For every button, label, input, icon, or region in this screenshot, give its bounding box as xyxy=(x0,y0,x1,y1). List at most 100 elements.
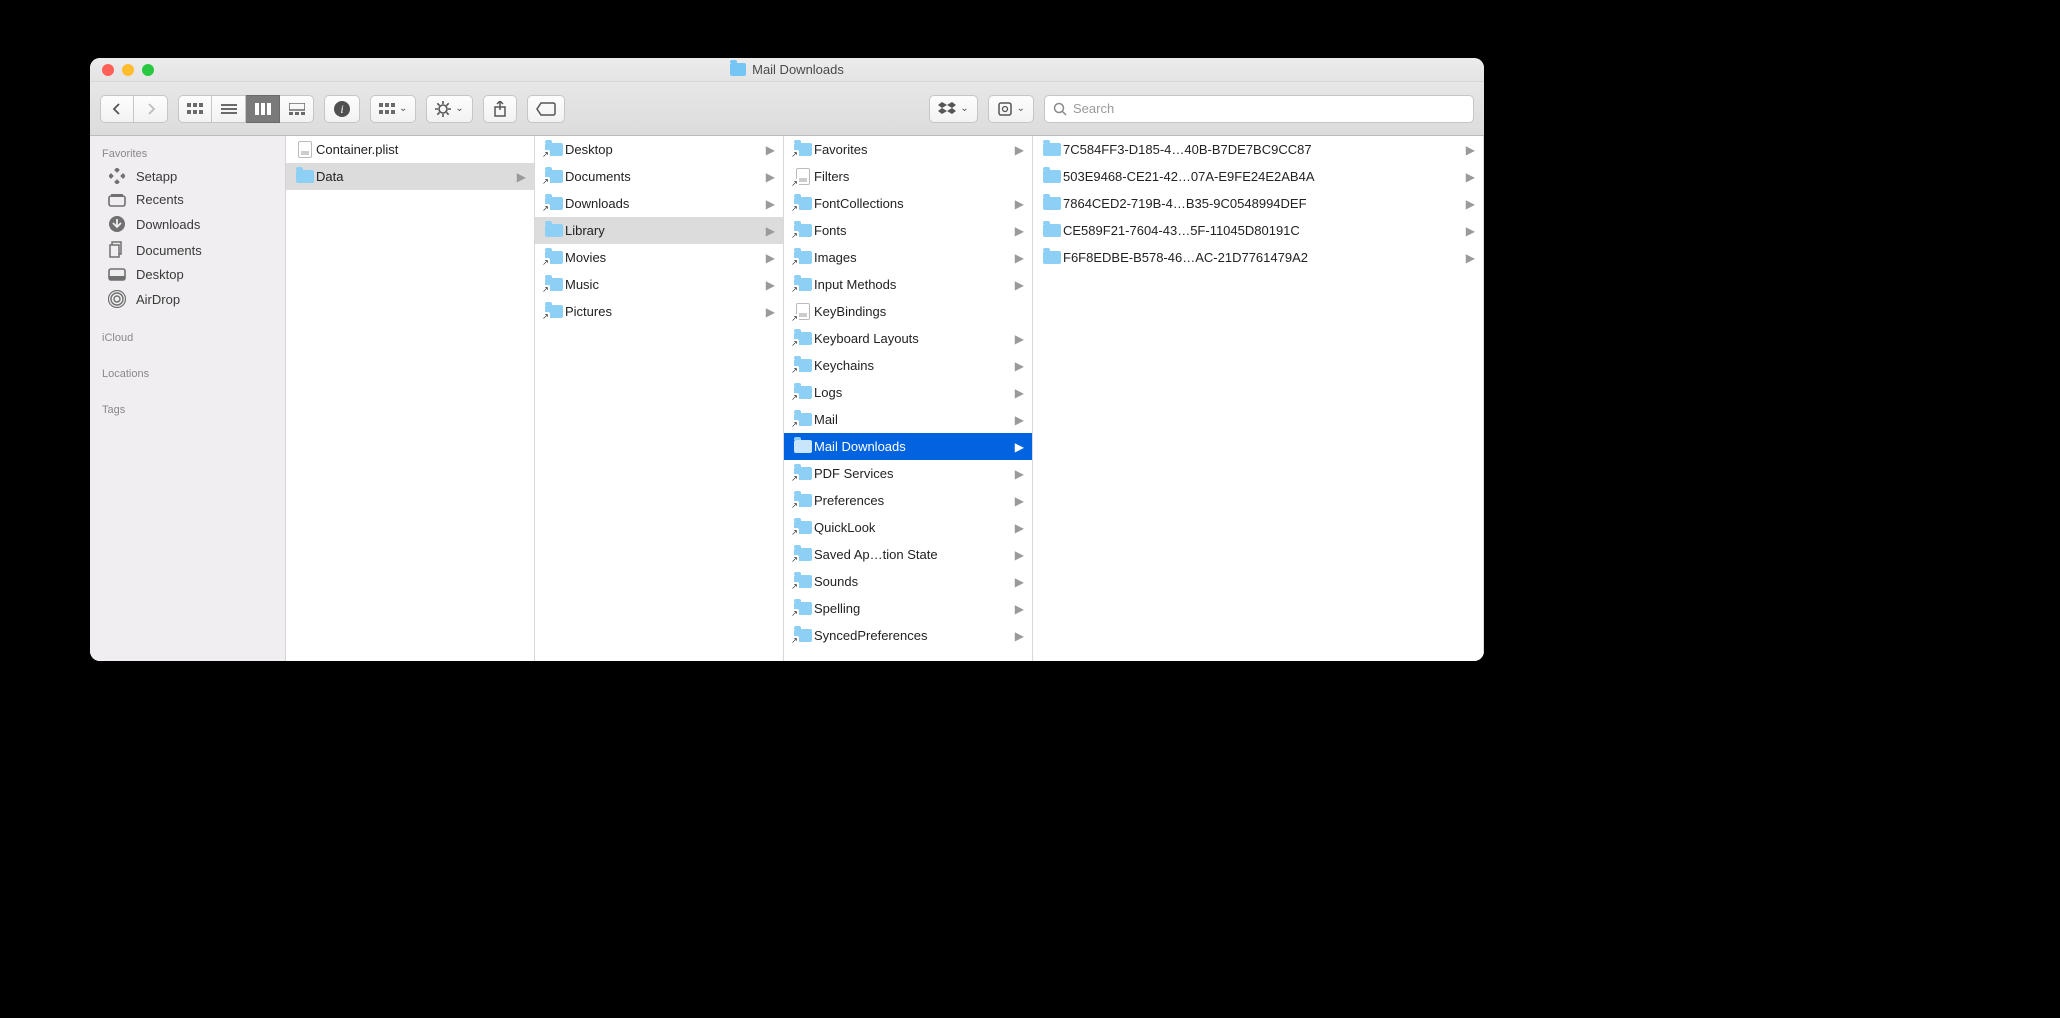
column-1[interactable]: Desktop▶Documents▶Downloads▶Library▶Movi… xyxy=(535,136,784,661)
sidebar-section-locations[interactable]: Locations xyxy=(90,362,285,384)
dropbox-button[interactable]: ⌄ xyxy=(929,95,977,123)
column-3[interactable]: 7C584FF3-D185-4…40B-B7DE7BC9CC87▶503E946… xyxy=(1033,136,1484,661)
file-name: Filters xyxy=(814,169,1028,184)
file-row[interactable]: Keychains▶ xyxy=(784,352,1032,379)
documents-icon xyxy=(108,241,126,259)
file-row[interactable]: Movies▶ xyxy=(535,244,783,271)
list-view-button[interactable] xyxy=(212,95,246,123)
folder-icon xyxy=(792,629,814,642)
archive-button[interactable]: ⌄ xyxy=(988,95,1034,123)
sidebar-section-icloud[interactable]: iCloud xyxy=(90,326,285,348)
file-row[interactable]: Pictures▶ xyxy=(535,298,783,325)
file-row[interactable]: Filters xyxy=(784,163,1032,190)
file-row[interactable]: Downloads▶ xyxy=(535,190,783,217)
sidebar-section-tags[interactable]: Tags xyxy=(90,398,285,420)
forward-button[interactable] xyxy=(134,95,168,123)
file-row[interactable]: Input Methods▶ xyxy=(784,271,1032,298)
folder-icon xyxy=(792,494,814,507)
folder-icon xyxy=(543,278,565,291)
nav-buttons xyxy=(100,95,168,123)
file-row[interactable]: Fonts▶ xyxy=(784,217,1032,244)
file-row[interactable]: Favorites▶ xyxy=(784,136,1032,163)
column-0[interactable]: Container.plistData▶ xyxy=(286,136,535,661)
share-button[interactable] xyxy=(483,95,517,123)
sidebar-item-airdrop[interactable]: AirDrop xyxy=(90,286,285,312)
folder-icon xyxy=(543,224,565,237)
disclosure-arrow-icon: ▶ xyxy=(1015,548,1028,562)
file-name: Saved Ap…tion State xyxy=(814,547,1015,562)
file-row[interactable]: 7864CED2-719B-4…B35-9C0548994DEF▶ xyxy=(1033,190,1483,217)
sidebar-item-desktop[interactable]: Desktop xyxy=(90,263,285,286)
sidebar-item-label: Setapp xyxy=(136,169,177,184)
file-row[interactable]: F6F8EDBE-B578-46…AC-21D7761479A2▶ xyxy=(1033,244,1483,271)
close-button[interactable] xyxy=(102,64,114,76)
file-row[interactable]: Keyboard Layouts▶ xyxy=(784,325,1032,352)
file-row[interactable]: FontCollections▶ xyxy=(784,190,1032,217)
minimize-button[interactable] xyxy=(122,64,134,76)
file-row[interactable]: Saved Ap…tion State▶ xyxy=(784,541,1032,568)
file-row[interactable]: Library▶ xyxy=(535,217,783,244)
file-row[interactable]: Music▶ xyxy=(535,271,783,298)
sidebar-item-documents[interactable]: Documents xyxy=(90,237,285,263)
file-row[interactable]: 7C584FF3-D185-4…40B-B7DE7BC9CC87▶ xyxy=(1033,136,1483,163)
file-row[interactable]: Documents▶ xyxy=(535,163,783,190)
file-row[interactable]: CE589F21-7604-43…5F-11045D80191C▶ xyxy=(1033,217,1483,244)
file-row[interactable]: Desktop▶ xyxy=(535,136,783,163)
file-name: CE589F21-7604-43…5F-11045D80191C xyxy=(1063,223,1466,238)
finder-window: Mail Downloads xyxy=(90,58,1484,661)
file-row[interactable]: Mail▶ xyxy=(784,406,1032,433)
file-name: Music xyxy=(565,277,766,292)
folder-icon xyxy=(792,359,814,372)
file-name: Input Methods xyxy=(814,277,1015,292)
zoom-button[interactable] xyxy=(142,64,154,76)
disclosure-arrow-icon: ▶ xyxy=(766,170,779,184)
recents-icon xyxy=(108,193,126,207)
file-name: KeyBindings xyxy=(814,304,1028,319)
file-row[interactable]: SyncedPreferences▶ xyxy=(784,622,1032,649)
file-row[interactable]: KeyBindings xyxy=(784,298,1032,325)
file-row[interactable]: QuickLook▶ xyxy=(784,514,1032,541)
folder-icon xyxy=(792,386,814,399)
group-by-button[interactable]: ⌄ xyxy=(370,95,416,123)
file-row[interactable]: Data▶ xyxy=(286,163,534,190)
sidebar-item-recents[interactable]: Recents xyxy=(90,188,285,211)
folder-icon xyxy=(543,170,565,183)
file-name: FontCollections xyxy=(814,196,1015,211)
folder-icon xyxy=(1041,197,1063,210)
file-name: Mail xyxy=(814,412,1015,427)
file-row[interactable]: Mail Downloads▶ xyxy=(784,433,1032,460)
file-row[interactable]: Logs▶ xyxy=(784,379,1032,406)
traffic-lights xyxy=(102,64,154,76)
disclosure-arrow-icon: ▶ xyxy=(1015,224,1028,238)
info-button[interactable]: i xyxy=(324,95,360,123)
disclosure-arrow-icon: ▶ xyxy=(1015,251,1028,265)
gallery-view-button[interactable] xyxy=(280,95,314,123)
document-icon xyxy=(792,168,814,185)
file-row[interactable]: Preferences▶ xyxy=(784,487,1032,514)
search-field[interactable] xyxy=(1044,95,1474,123)
action-menu-button[interactable]: ⌄ xyxy=(426,95,472,123)
file-row[interactable]: Container.plist xyxy=(286,136,534,163)
file-row[interactable]: Sounds▶ xyxy=(784,568,1032,595)
file-row[interactable]: Images▶ xyxy=(784,244,1032,271)
disclosure-arrow-icon: ▶ xyxy=(1015,629,1028,643)
sidebar-item-setapp[interactable]: Setapp xyxy=(90,164,285,188)
icon-view-button[interactable] xyxy=(178,95,212,123)
tag-icon xyxy=(536,102,556,116)
column-2[interactable]: Favorites▶FiltersFontCollections▶Fonts▶I… xyxy=(784,136,1033,661)
disclosure-arrow-icon: ▶ xyxy=(766,143,779,157)
chevron-left-icon xyxy=(112,103,122,115)
file-row[interactable]: 503E9468-CE21-42…07A-E9FE24E2AB4A▶ xyxy=(1033,163,1483,190)
tag-button[interactable] xyxy=(527,95,565,123)
columns-icon xyxy=(255,103,271,115)
folder-icon xyxy=(1041,224,1063,237)
back-button[interactable] xyxy=(100,95,134,123)
chevron-right-icon xyxy=(146,103,156,115)
folder-icon xyxy=(543,251,565,264)
file-row[interactable]: PDF Services▶ xyxy=(784,460,1032,487)
folder-icon xyxy=(792,548,814,561)
column-view-button[interactable] xyxy=(246,95,280,123)
file-row[interactable]: Spelling▶ xyxy=(784,595,1032,622)
sidebar-item-downloads[interactable]: Downloads xyxy=(90,211,285,237)
search-input[interactable] xyxy=(1073,101,1465,116)
